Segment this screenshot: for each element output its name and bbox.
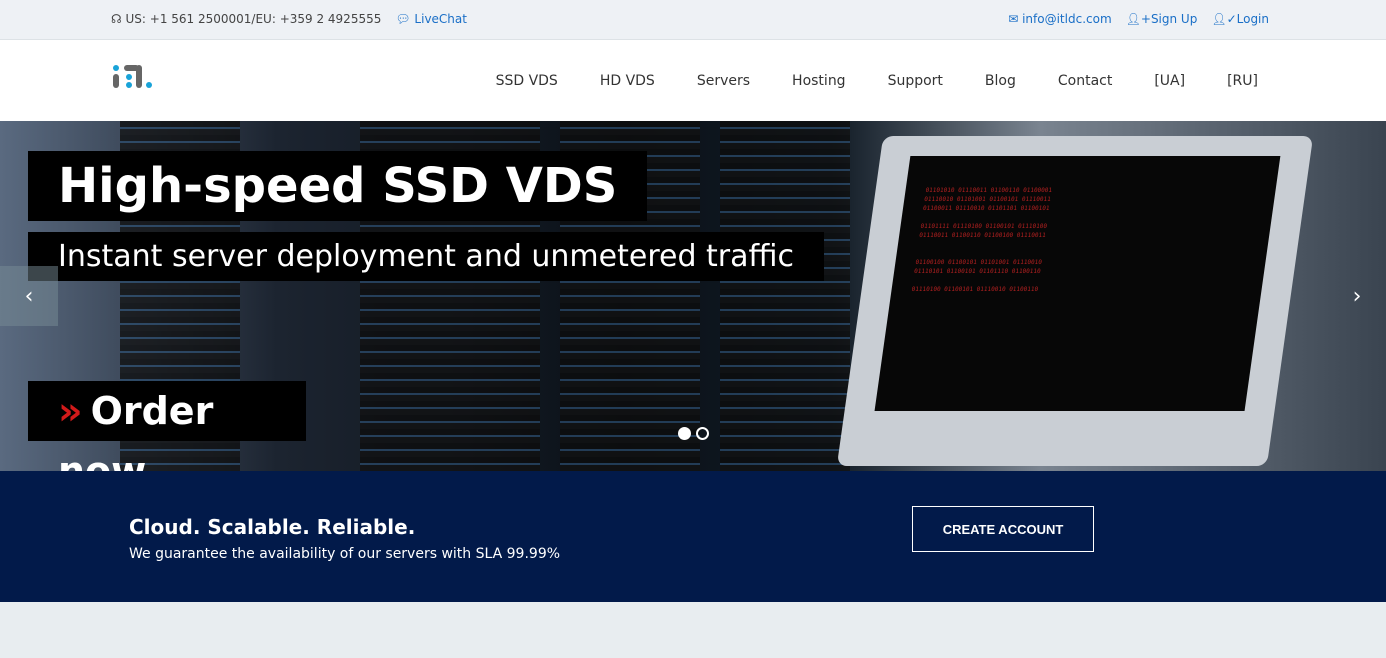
user-check-icon: 👤︎✓ xyxy=(1211,12,1237,26)
livechat-link[interactable]: 💬︎ LiveChat xyxy=(395,12,467,26)
chat-icon: 💬︎ xyxy=(395,12,411,26)
login-link[interactable]: 👤︎✓Login xyxy=(1211,12,1269,26)
envelope-icon: ✉ xyxy=(1008,12,1019,26)
slide-dot-1[interactable] xyxy=(678,427,691,440)
next-slide-button[interactable]: › xyxy=(1328,266,1386,326)
nav-blog[interactable]: Blog xyxy=(985,73,1016,89)
server-rack-image xyxy=(720,121,850,471)
cta-band: Cloud. Scalable. Reliable. We guarantee … xyxy=(0,471,1386,602)
phone-info: ☊ US: +1 561 2500001/EU: +359 2 4925555 xyxy=(111,12,381,26)
user-plus-icon: 👤︎+ xyxy=(1125,12,1151,26)
hero-slider: 01101010 01110011 01100110 01100001 01110… xyxy=(0,121,1386,471)
prev-slide-button[interactable]: ‹ xyxy=(0,266,58,326)
nav-ua[interactable]: [UA] xyxy=(1154,73,1185,89)
nav-contact[interactable]: Contact xyxy=(1058,73,1112,89)
band-text: We guarantee the availability of our ser… xyxy=(129,546,561,562)
livechat-label: LiveChat xyxy=(414,12,467,26)
create-account-button[interactable]: CREATE ACCOUNT xyxy=(912,506,1094,552)
phone-text: US: +1 561 2500001/EU: +359 2 4925555 xyxy=(125,12,382,26)
logo[interactable] xyxy=(113,64,153,88)
nav-ru[interactable]: [RU] xyxy=(1227,73,1258,89)
signup-label: Sign Up xyxy=(1150,12,1198,26)
double-chevron-right-icon: » xyxy=(58,389,83,433)
laptop-image: 01101010 01110011 01100110 01100001 01110… xyxy=(836,136,1314,466)
nav-hosting[interactable]: Hosting xyxy=(792,73,846,89)
hero-title: High-speed SSD VDS xyxy=(28,151,648,221)
headset-icon: ☊ xyxy=(111,12,122,26)
login-label: Login xyxy=(1236,12,1269,26)
band-title: Cloud. Scalable. Reliable. xyxy=(129,515,416,539)
email-link[interactable]: ✉ info@itldc.com xyxy=(1008,12,1111,26)
nav-servers[interactable]: Servers xyxy=(697,73,750,89)
chevron-left-icon: ‹ xyxy=(24,283,34,309)
nav-ssd-vds[interactable]: SSD VDS xyxy=(496,73,558,89)
hero-subtitle: Instant server deployment and unmetered … xyxy=(28,232,825,281)
nav-hd-vds[interactable]: HD VDS xyxy=(600,73,655,89)
nav-support[interactable]: Support xyxy=(888,73,943,89)
main-nav: SSD VDS HD VDS Servers Hosting Support B… xyxy=(0,40,1386,121)
order-now-button[interactable]: » Order now xyxy=(28,381,306,471)
email-label: info@itldc.com xyxy=(1022,12,1112,26)
slide-dot-2[interactable] xyxy=(696,427,709,440)
signup-link[interactable]: 👤︎+Sign Up xyxy=(1126,12,1198,26)
chevron-right-icon: › xyxy=(1352,283,1362,309)
top-bar: ☊ US: +1 561 2500001/EU: +359 2 4925555 … xyxy=(0,0,1386,40)
